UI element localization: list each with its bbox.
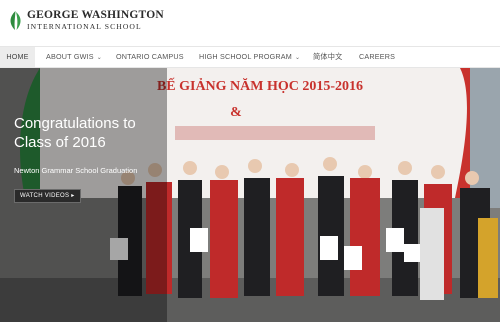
banner-headline: BẾ GIẢNG NĂM HỌC 2015-2016 [157, 77, 363, 94]
nav-item-label: HOME [6, 52, 29, 61]
nav-item-about-gwis[interactable]: ABOUT GWIS ⌄ [46, 47, 102, 67]
watch-videos-button[interactable]: WATCH VIDEOS ▸ [14, 189, 81, 203]
logo-text: GEORGE WASHINGTON INTERNATIONAL SCHOOL [27, 9, 164, 32]
nav-item-label: CAREERS [359, 52, 396, 61]
chevron-down-icon: ⌄ [295, 55, 301, 61]
logo-school-type: INTERNATIONAL SCHOOL [27, 22, 142, 31]
nav-item-simplified-chinese[interactable]: 简体中文 [313, 47, 343, 67]
nav-item-high-school-program[interactable]: HIGH SCHOOL PROGRAM ⌄ [199, 47, 300, 67]
hero-slider[interactable]: BẾ GIẢNG NĂM HỌC 2015-2016 & Congratulat… [0, 68, 500, 322]
hero-title: Congratulations to Class of 2016 [14, 115, 136, 151]
hero-subtitle: Newton Grammar School Graduation [14, 166, 138, 175]
site-header: GEORGE WASHINGTON INTERNATIONAL SCHOOL [0, 0, 500, 46]
main-navigation: HOME ABOUT GWIS ⌄ ONTARIO CAMPUS HIGH SCH… [0, 46, 500, 68]
play-icon: ▸ [71, 193, 75, 199]
nav-item-label: ONTARIO CAMPUS [116, 52, 184, 61]
nav-item-ontario-campus[interactable]: ONTARIO CAMPUS [116, 47, 184, 67]
nav-item-home[interactable]: HOME [0, 47, 35, 67]
logo-school-name: GEORGE WASHINGTON [27, 9, 164, 21]
nav-item-careers[interactable]: CAREERS [359, 47, 395, 67]
nav-item-label: 简体中文 [313, 52, 343, 61]
watch-videos-label: WATCH VIDEOS [20, 193, 70, 199]
leaf-logo-icon [10, 11, 21, 30]
chevron-down-icon: ⌄ [96, 55, 103, 61]
school-logo[interactable]: GEORGE WASHINGTON INTERNATIONAL SCHOOL [8, 9, 164, 35]
banner-ampersand: & [230, 105, 242, 120]
nav-item-label: ABOUT GWIS [46, 52, 94, 61]
nav-item-label: HIGH SCHOOL PROGRAM [199, 52, 292, 61]
